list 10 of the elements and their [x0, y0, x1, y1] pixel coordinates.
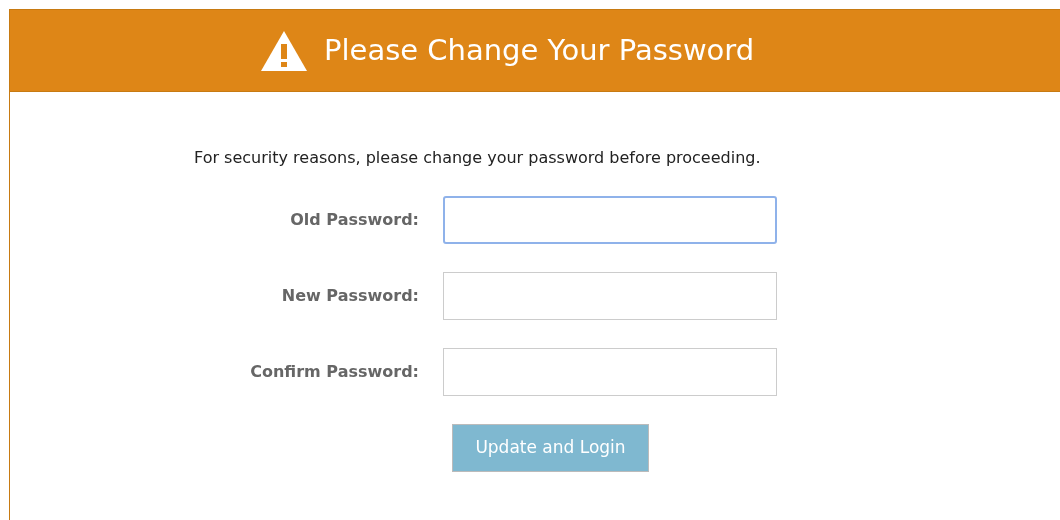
instruction-text: For security reasons, please change your password before proceeding.	[194, 147, 762, 169]
field-label: Old Password:	[289, 209, 419, 231]
update-login-button[interactable]: Update and Login	[452, 424, 649, 472]
field-label: New Password:	[280, 285, 419, 307]
warning-icon	[260, 29, 308, 72]
password-field[interactable]	[443, 196, 777, 244]
password-field[interactable]	[443, 272, 777, 320]
field-label: Confirm Password:	[249, 361, 419, 383]
password-field[interactable]	[443, 348, 777, 396]
dialog-title: Please Change Your Password	[324, 31, 755, 69]
